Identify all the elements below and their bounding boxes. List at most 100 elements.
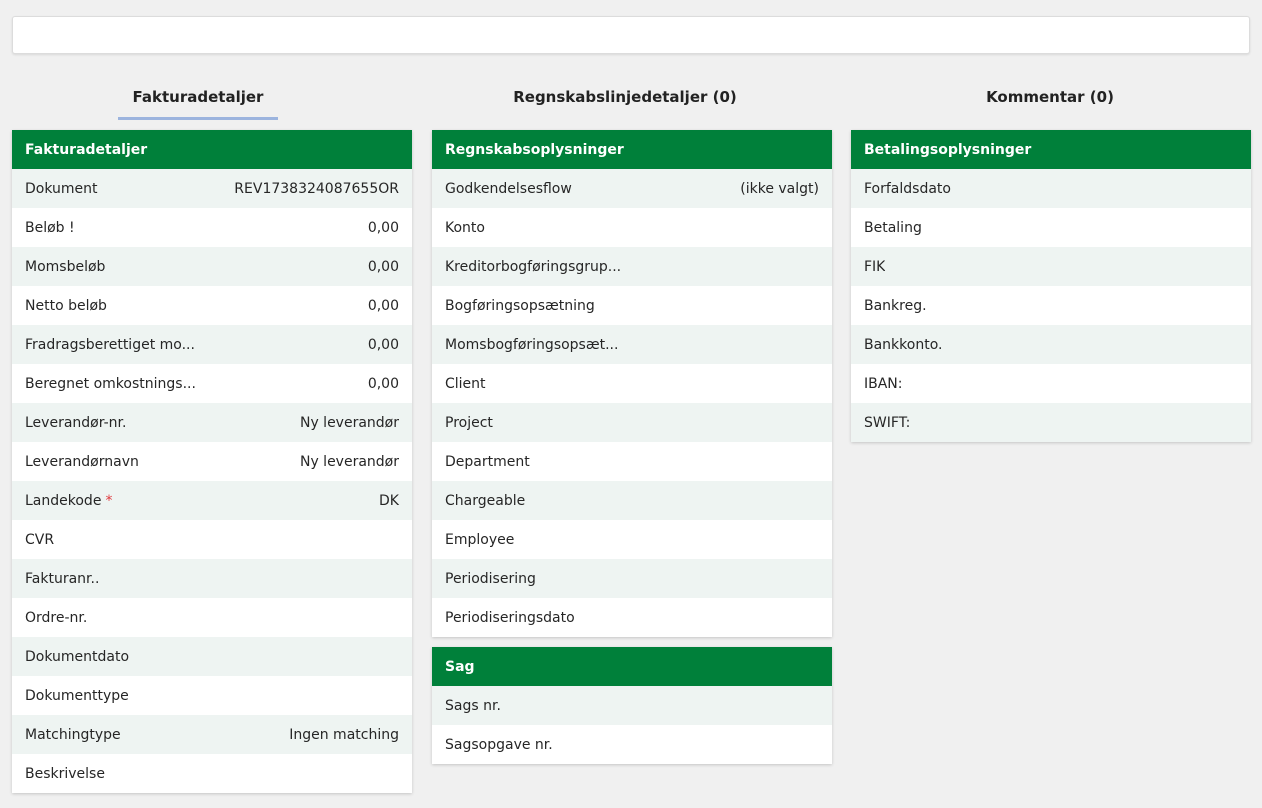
- field-row[interactable]: Fradragsberettiget mo... 0,00: [12, 325, 412, 364]
- field-row[interactable]: Konto: [432, 208, 832, 247]
- field-label-wrap: Beregnet omkostnings...: [25, 376, 196, 392]
- panel-sag: Sag Sags nr. Sagsopgave nr.: [432, 647, 832, 764]
- field-label-wrap: Beskrivelse: [25, 766, 105, 782]
- field-row[interactable]: CVR: [12, 520, 412, 559]
- field-row[interactable]: Dokumentdato: [12, 637, 412, 676]
- field-row[interactable]: Periodiseringsdato: [432, 598, 832, 637]
- field-row[interactable]: Project: [432, 403, 832, 442]
- field-label-wrap: Forfaldsdato: [864, 181, 951, 197]
- field-row[interactable]: FIK: [851, 247, 1251, 286]
- field-row[interactable]: Dokument REV1738324087655OR: [12, 169, 412, 208]
- field-label-wrap: Periodisering: [445, 571, 536, 587]
- field-row[interactable]: Dokumenttype: [12, 676, 412, 715]
- field-label-wrap: Project: [445, 415, 493, 431]
- field-label: Department: [445, 453, 530, 470]
- field-row[interactable]: Bankkonto.: [851, 325, 1251, 364]
- top-search-bar[interactable]: [12, 16, 1250, 54]
- tab-count-close: ): [729, 88, 737, 106]
- field-row[interactable]: Bankreg.: [851, 286, 1251, 325]
- field-label: Matchingtype: [25, 726, 121, 743]
- field-list: Godkendelsesflow (ikke valgt) Konto Kredito…: [432, 169, 832, 637]
- field-label-wrap: Sagsopgave nr.: [445, 737, 553, 753]
- field-row[interactable]: IBAN:: [851, 364, 1251, 403]
- tab-count-close: ): [1107, 88, 1114, 106]
- field-label-wrap: Kreditorbogføringsgrup...: [445, 259, 621, 275]
- field-label-wrap: Betaling: [864, 220, 922, 236]
- field-label-wrap: Beløb !: [25, 220, 75, 236]
- tab-regnskabslinjedetaljer[interactable]: Regnskabslinjedetaljer (0): [490, 84, 760, 120]
- panel-regnskabsoplysninger: Regnskabsoplysninger Godkendelsesflow (ik…: [432, 130, 832, 637]
- field-label-wrap: Dokumentdato: [25, 649, 129, 665]
- field-label: SWIFT:: [864, 414, 911, 431]
- field-value: REV1738324087655OR: [234, 180, 399, 197]
- field-row[interactable]: Bogføringsopsætning: [432, 286, 832, 325]
- field-label: Bankreg.: [864, 297, 927, 314]
- field-row[interactable]: Momsbogføringsopsæt...: [432, 325, 832, 364]
- tab-count: 0: [1096, 88, 1108, 106]
- field-label: Momsbogføringsopsæt...: [445, 336, 619, 353]
- field-label-wrap: Client: [445, 376, 486, 392]
- field-label: IBAN:: [864, 375, 903, 392]
- field-label: Godkendelsesflow: [445, 180, 572, 197]
- field-label-wrap: FIK: [864, 259, 885, 275]
- field-label: Leverandørnavn: [25, 453, 139, 470]
- field-label-wrap: CVR: [25, 532, 54, 548]
- field-row[interactable]: Beløb ! 0,00: [12, 208, 412, 247]
- panel-header: Betalingsoplysninger: [851, 130, 1251, 169]
- field-row[interactable]: Netto beløb 0,00: [12, 286, 412, 325]
- field-list: Forfaldsdato Betaling FIK Bankreg. Bankkonto…: [851, 169, 1251, 442]
- field-row[interactable]: Matchingtype Ingen matching: [12, 715, 412, 754]
- field-row[interactable]: Beskrivelse: [12, 754, 412, 793]
- field-row[interactable]: Beregnet omkostnings... 0,00: [12, 364, 412, 403]
- field-label-wrap: Fradragsberettiget mo...: [25, 337, 195, 353]
- field-row[interactable]: Landekode * DK: [12, 481, 412, 520]
- field-label-wrap: Employee: [445, 532, 514, 548]
- field-label-wrap: Bankkonto.: [864, 337, 942, 353]
- field-label: Betaling: [864, 219, 922, 236]
- field-label: Dokument: [25, 180, 98, 197]
- field-row[interactable]: Leverandørnavn Ny leverandør: [12, 442, 412, 481]
- panel-betalingsoplysninger: Betalingsoplysninger Forfaldsdato Betalin…: [851, 130, 1251, 442]
- field-label-wrap: Momsbogføringsopsæt...: [445, 337, 618, 353]
- field-row[interactable]: Ordre-nr.: [12, 598, 412, 637]
- tab-count-open: (: [1089, 88, 1097, 106]
- field-label: Momsbeløb: [25, 258, 106, 275]
- field-label: Kreditorbogføringsgrup...: [445, 258, 622, 275]
- tab-count: 0: [719, 88, 730, 106]
- field-row[interactable]: Department: [432, 442, 832, 481]
- panel-header: Sag: [432, 647, 832, 686]
- panel-header: Regnskabsoplysninger: [432, 130, 832, 169]
- field-row[interactable]: Client: [432, 364, 832, 403]
- field-row[interactable]: Godkendelsesflow (ikke valgt): [432, 169, 832, 208]
- field-row[interactable]: Betaling: [851, 208, 1251, 247]
- tab-kommentar[interactable]: Kommentar (0): [960, 84, 1140, 120]
- field-row[interactable]: Kreditorbogføringsgrup...: [432, 247, 832, 286]
- field-label: Netto beløb: [25, 297, 107, 314]
- field-row[interactable]: Forfaldsdato: [851, 169, 1251, 208]
- field-row[interactable]: Sagsopgave nr.: [432, 725, 832, 764]
- field-label: Client: [445, 375, 486, 392]
- field-list: Dokument REV1738324087655OR Beløb ! 0,00 Mom…: [12, 169, 412, 793]
- field-row[interactable]: Momsbeløb 0,00: [12, 247, 412, 286]
- required-marker: *: [105, 492, 113, 509]
- field-row[interactable]: Leverandør-nr. Ny leverandør: [12, 403, 412, 442]
- field-row[interactable]: Employee: [432, 520, 832, 559]
- field-value: Ny leverandør: [299, 414, 399, 431]
- field-row[interactable]: Periodisering: [432, 559, 832, 598]
- field-label-wrap: SWIFT:: [864, 415, 910, 431]
- field-row[interactable]: SWIFT:: [851, 403, 1251, 442]
- field-label: Konto: [445, 219, 485, 236]
- field-label: Landekode: [25, 492, 102, 509]
- field-row[interactable]: Chargeable: [432, 481, 832, 520]
- field-value: DK: [379, 492, 399, 509]
- field-row[interactable]: Fakturanr..: [12, 559, 412, 598]
- field-row[interactable]: Sags nr.: [432, 686, 832, 725]
- field-label-wrap: Ordre-nr.: [25, 610, 87, 626]
- field-label: Periodisering: [445, 570, 536, 587]
- field-label-wrap: Chargeable: [445, 493, 525, 509]
- field-label: Beløb !: [25, 219, 75, 236]
- tab-fakturadetaljer[interactable]: Fakturadetaljer: [118, 84, 278, 120]
- field-label: Sags nr.: [445, 697, 501, 714]
- panel-header: Fakturadetaljer: [12, 130, 412, 169]
- field-label-wrap: Matchingtype: [25, 727, 121, 743]
